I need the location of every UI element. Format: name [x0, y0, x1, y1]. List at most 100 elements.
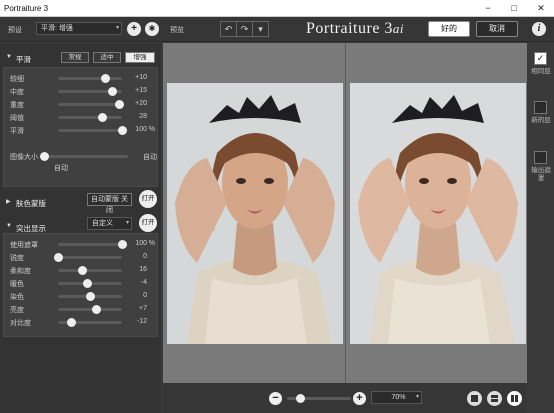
smoothing-slider-slider[interactable]: [58, 100, 124, 109]
smoothing-slider-value: +15: [135, 87, 147, 94]
chevron-down-icon: ▾: [125, 220, 129, 226]
enhance-slider-row: 使用遮罩 100%: [4, 238, 159, 250]
slider-knob[interactable]: [54, 253, 63, 262]
slider-knob[interactable]: [40, 152, 49, 161]
zoom-in-icon[interactable]: +: [353, 392, 366, 405]
skin-mask-title: 肤色蒙版: [16, 199, 46, 208]
original-image[interactable]: [167, 83, 343, 344]
enhance-slider-label: 柔和度: [10, 268, 31, 275]
enhance-slider-row: 柔和度 16: [4, 264, 159, 276]
history-dropdown-button[interactable]: ▾: [252, 21, 269, 37]
split-horizontal-view-icon[interactable]: [487, 391, 502, 406]
zoom-knob[interactable]: [295, 394, 305, 403]
settings-icon[interactable]: ✱: [145, 22, 159, 36]
enhance-slider-label: 暖色: [10, 281, 24, 288]
slider-knob[interactable]: [86, 292, 95, 301]
smoothing-slider-slider[interactable]: [58, 126, 127, 135]
enhance-slider-slider[interactable]: [58, 240, 127, 249]
enhance-slider-label: 染色: [10, 294, 24, 301]
enhance-slider-slider[interactable]: [54, 253, 122, 262]
single-view-icon[interactable]: [467, 391, 482, 406]
slider-knob[interactable]: [82, 279, 92, 288]
slider-knob[interactable]: [98, 113, 108, 122]
preset-label: 预设: [8, 27, 22, 34]
enhance-header[interactable]: ▼ 突出显示: [2, 220, 159, 234]
enhance-slider-row: 亮度 +7: [4, 303, 159, 315]
enhance-slider-slider[interactable]: [58, 318, 122, 327]
enhance-slider-slider[interactable]: [58, 266, 122, 275]
enhance-slider-row: 对比度 -12: [4, 316, 159, 328]
redo-button[interactable]: ↷: [236, 21, 253, 37]
auto-mask-button[interactable]: 自动蒙版 关闭: [87, 193, 132, 214]
enhance-slider-slider[interactable]: [58, 279, 122, 288]
enhance-slider-label: 对比度: [10, 320, 31, 327]
new-layer-label: 新的层: [531, 117, 551, 124]
smoothing-slider-slider[interactable]: [58, 74, 122, 83]
slider-knob[interactable]: [78, 266, 88, 275]
settings-panel: ▼ 平滑 常规 适中 增强 较细 +10 中度 +15 重度 +20 阈值 28 平滑 100% …: [0, 43, 161, 413]
smoothing-slider-unit: %: [148, 126, 155, 133]
slider-knob[interactable]: [108, 87, 118, 96]
smoothing-title: 平滑: [16, 55, 31, 64]
smoothing-slider-slider[interactable]: [58, 87, 122, 96]
image-size-auto-label: 自动: [54, 165, 68, 172]
expand-icon: ▶: [6, 199, 11, 205]
mode-medium-button[interactable]: 适中: [93, 52, 121, 63]
smoothing-slider-row: 重度 +20: [4, 98, 159, 110]
skin-mask-header[interactable]: ▶ 肤色蒙版: [2, 195, 159, 209]
enhance-slider-row: 染色 0: [4, 290, 159, 302]
enhance-slider-value: +7: [139, 305, 147, 312]
output-mask-checkbox[interactable]: [534, 151, 547, 164]
zoom-out-icon[interactable]: −: [269, 392, 282, 405]
add-preset-icon[interactable]: +: [127, 22, 141, 36]
enhance-slider-value: 100: [135, 240, 147, 247]
enhance-slider-slider[interactable]: [58, 305, 122, 314]
enhance-toggle[interactable]: 打开: [139, 214, 157, 232]
smoothing-slider-row: 较细 +10: [4, 72, 159, 84]
smoothing-slider-value: 28: [139, 113, 147, 120]
slider-knob[interactable]: [66, 318, 76, 327]
smoothing-slider-label: 阈值: [10, 115, 24, 122]
split-vertical-view-icon[interactable]: [507, 391, 522, 406]
image-size-slider[interactable]: [40, 152, 128, 161]
enhance-section: 使用遮罩 100% 锐度 0 柔和度 16 暖色 -4 染色 0 亮度 +7 对比度 -12: [3, 233, 158, 337]
enhance-slider-value: -4: [140, 279, 147, 286]
info-icon[interactable]: i: [532, 22, 546, 36]
minimize-button[interactable]: −: [480, 2, 496, 14]
maximize-button[interactable]: □: [506, 2, 522, 14]
enhance-slider-value: 0: [143, 253, 147, 260]
smoothing-slider-label: 较细: [10, 76, 24, 83]
enhance-slider-slider[interactable]: [58, 292, 122, 301]
collapse-icon: ▼: [6, 223, 12, 229]
enhance-slider-value: -12: [136, 318, 147, 325]
enhance-slider-row: 暖色 -4: [4, 277, 159, 289]
zoom-slider[interactable]: [287, 394, 351, 403]
image-size-label: 图像大小: [10, 154, 38, 161]
image-size-row: 图像大小 自动: [4, 150, 159, 162]
mode-strong-button[interactable]: 增强: [125, 52, 155, 63]
slider-knob[interactable]: [100, 74, 110, 83]
skin-mask-toggle[interactable]: 打开: [139, 190, 157, 208]
enhance-slider-label: 使用遮罩: [10, 242, 38, 249]
enhance-dropdown-value: 自定义: [92, 220, 113, 227]
undo-button[interactable]: ↶: [220, 21, 237, 37]
smoothing-slider-slider[interactable]: [58, 113, 122, 122]
bottom-bar: − + 70% ▾: [163, 383, 527, 413]
same-layer-checkbox[interactable]: ✓: [534, 52, 547, 65]
retouched-image[interactable]: [350, 83, 526, 344]
cancel-button[interactable]: 取消: [476, 21, 518, 37]
preset-dropdown[interactable]: 平滑: 增强 ▾: [36, 22, 122, 35]
enhance-slider-unit: %: [148, 240, 155, 247]
split-divider[interactable]: [345, 43, 346, 383]
smoothing-slider-row: 中度 +15: [4, 85, 159, 97]
smoothing-slider-label: 中度: [10, 89, 24, 96]
preview-area: [163, 43, 527, 383]
zoom-dropdown[interactable]: 70% ▾: [371, 391, 422, 404]
new-layer-checkbox[interactable]: [534, 101, 547, 114]
close-button[interactable]: ✕: [533, 2, 549, 14]
mode-normal-button[interactable]: 常规: [61, 52, 89, 63]
enhance-dropdown[interactable]: 自定义 ▾: [87, 217, 132, 230]
slider-knob[interactable]: [92, 305, 102, 314]
ok-button[interactable]: 好的: [428, 21, 470, 37]
enhance-slider-value: 16: [139, 266, 147, 273]
